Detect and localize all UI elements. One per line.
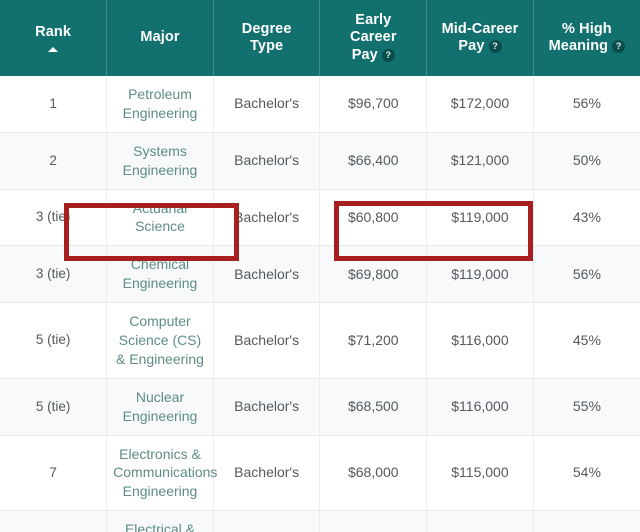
table-row: 8 Electrical & Computer Engineering (ECE… [0,511,640,532]
cell-early-career-pay: $66,400 [320,132,427,189]
info-tooltip-icon-mid-career-pay[interactable]: ? [489,40,502,53]
cell-rank: 8 [0,511,107,532]
cell-major: Electronics & Communications Engineering [107,435,214,511]
cell-percent-high-meaning: 49% [533,511,640,532]
cell-mid-career-pay: $116,000 [427,378,534,435]
best-college-majors-table: Rank Major Degree Type [0,0,640,532]
cell-early-career-pay: $69,800 [320,246,427,303]
table-header: Rank Major Degree Type [0,0,640,76]
major-link[interactable]: Electrical & Computer Engineering (ECE) [123,521,198,532]
cell-major: Chemical Engineering [107,246,214,303]
major-link[interactable]: Chemical Engineering [123,256,198,291]
cell-degree-type: Bachelor's [213,303,320,379]
column-header-major-label: Major [140,29,179,46]
info-tooltip-icon-early-career-pay[interactable]: ? [382,49,395,62]
cell-rank: 7 [0,435,107,511]
major-link[interactable]: Petroleum Engineering [123,86,198,121]
cell-percent-high-meaning: 54% [533,435,640,511]
cell-rank: 3 (tie) [0,189,107,246]
major-link[interactable]: Electronics & Communications Engineering [113,446,217,500]
cell-early-career-pay: $68,100 [320,511,427,532]
cell-degree-type: Bachelor's [213,76,320,132]
cell-percent-high-meaning: 56% [533,246,640,303]
cell-major: Computer Science (CS) & Engineering [107,303,214,379]
cell-major: Electrical & Computer Engineering (ECE) [107,511,214,532]
column-header-percent-high-meaning-line2: Meaning? [549,38,626,55]
cell-early-career-pay: $96,700 [320,76,427,132]
column-header-percent-high-meaning-line1: % High [562,21,612,38]
payscale-majors-table-container: Rank Major Degree Type [0,0,640,532]
column-header-degree-type-inner: Degree Type [218,21,316,55]
cell-mid-career-pay: $121,000 [427,132,534,189]
column-header-mid-career-pay[interactable]: Mid-Career Pay? [427,0,534,76]
table-row: 3 (tie) Chemical Engineering Bachelor's … [0,246,640,303]
column-header-early-career-pay-line1: Early [355,12,391,29]
major-link[interactable]: Systems Engineering [123,143,198,178]
column-header-major-inner: Major [111,29,209,46]
column-header-percent-high-meaning-line2-text: Meaning [549,38,609,54]
cell-rank: 1 [0,76,107,132]
cell-major: Nuclear Engineering [107,378,214,435]
cell-major: Actuarial Science [107,189,214,246]
column-header-early-career-pay-line3: Pay? [352,47,395,64]
major-link[interactable]: Actuarial Science [133,200,187,235]
table-row: 2 Systems Engineering Bachelor's $66,400… [0,132,640,189]
column-header-degree-type-line1: Degree [242,21,292,38]
cell-rank: 5 (tie) [0,303,107,379]
table-header-row: Rank Major Degree Type [0,0,640,76]
column-header-early-career-pay-line3-text: Pay [352,47,378,63]
major-link[interactable]: Computer Science (CS) & Engineering [116,313,204,367]
column-header-rank-inner: Rank [4,24,102,51]
cell-early-career-pay: $60,800 [320,189,427,246]
major-link[interactable]: Nuclear Engineering [123,389,198,424]
column-header-mid-career-pay-line1: Mid-Career [442,21,519,38]
column-header-degree-type-line2: Type [250,38,283,55]
cell-degree-type: Bachelor's [213,435,320,511]
cell-degree-type: Bachelor's [213,511,320,532]
cell-degree-type: Bachelor's [213,378,320,435]
info-tooltip-icon-percent-high-meaning[interactable]: ? [612,40,625,53]
cell-mid-career-pay: $116,000 [427,303,534,379]
table-body: 1 Petroleum Engineering Bachelor's $96,7… [0,76,640,532]
cell-degree-type: Bachelor's [213,246,320,303]
column-header-rank[interactable]: Rank [0,0,107,76]
table-row: 5 (tie) Nuclear Engineering Bachelor's $… [0,378,640,435]
column-header-mid-career-pay-line2-text: Pay [458,38,484,54]
column-header-mid-career-pay-line2: Pay? [458,38,501,55]
table-row-highlighted: 5 (tie) Computer Science (CS) & Engineer… [0,303,640,379]
cell-mid-career-pay: $119,000 [427,189,534,246]
column-header-major[interactable]: Major [107,0,214,76]
cell-early-career-pay: $68,000 [320,435,427,511]
column-header-early-career-pay-line2: Career [350,29,397,46]
column-header-early-career-pay-inner: Early Career Pay? [324,12,422,63]
cell-percent-high-meaning: 43% [533,189,640,246]
cell-early-career-pay: $71,200 [320,303,427,379]
cell-percent-high-meaning: 50% [533,132,640,189]
cell-mid-career-pay: $119,000 [427,246,534,303]
cell-percent-high-meaning: 55% [533,378,640,435]
column-header-degree-type[interactable]: Degree Type [213,0,320,76]
table-row: 7 Electronics & Communications Engineeri… [0,435,640,511]
cell-rank: 2 [0,132,107,189]
cell-mid-career-pay: $115,000 [427,435,534,511]
cell-mid-career-pay: $114,000 [427,511,534,532]
column-header-percent-high-meaning[interactable]: % High Meaning? [533,0,640,76]
cell-rank: 3 (tie) [0,246,107,303]
cell-mid-career-pay: $172,000 [427,76,534,132]
cell-percent-high-meaning: 45% [533,303,640,379]
column-header-percent-high-meaning-inner: % High Meaning? [538,21,636,55]
table-row: 1 Petroleum Engineering Bachelor's $96,7… [0,76,640,132]
cell-degree-type: Bachelor's [213,132,320,189]
cell-degree-type: Bachelor's [213,189,320,246]
cell-major: Systems Engineering [107,132,214,189]
sort-ascending-caret-icon[interactable] [48,47,58,52]
column-header-rank-label: Rank [35,24,71,41]
cell-early-career-pay: $68,500 [320,378,427,435]
cell-percent-high-meaning: 56% [533,76,640,132]
column-header-mid-career-pay-inner: Mid-Career Pay? [431,21,529,55]
cell-major: Petroleum Engineering [107,76,214,132]
column-header-early-career-pay[interactable]: Early Career Pay? [320,0,427,76]
cell-rank: 5 (tie) [0,378,107,435]
table-row: 3 (tie) Actuarial Science Bachelor's $60… [0,189,640,246]
